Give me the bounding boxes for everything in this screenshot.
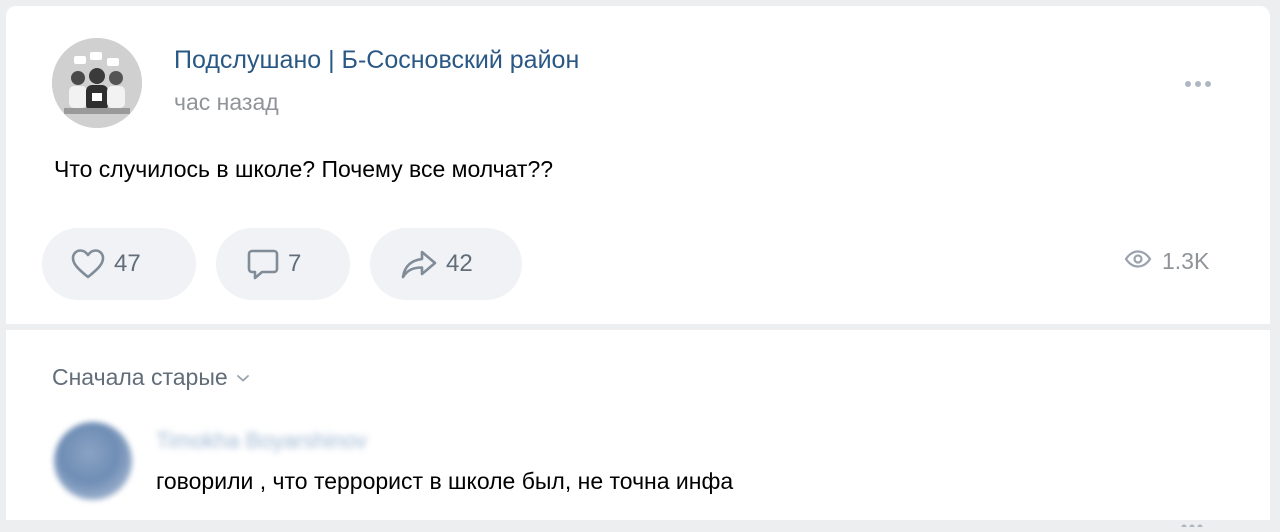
- group-avatar-image: [52, 38, 142, 128]
- views-counter: 1.3K: [1124, 248, 1209, 275]
- eye-icon: [1124, 250, 1152, 273]
- comments-sort-dropdown[interactable]: Сначала старые: [52, 364, 250, 391]
- post-card: Подслушано | Б-Сосновский район час наза…: [6, 6, 1270, 324]
- comment-bubble-icon: [246, 247, 280, 281]
- group-name-link[interactable]: Подслушано | Б-Сосновский район: [174, 46, 579, 75]
- share-count: 42: [446, 250, 473, 277]
- comment-author-name[interactable]: Timokha Boyarshinov: [156, 428, 367, 454]
- chevron-down-icon: [236, 373, 250, 383]
- share-arrow-icon: [400, 248, 438, 280]
- group-avatar[interactable]: [52, 38, 142, 128]
- comment-more-dots-icon[interactable]: [1172, 514, 1212, 530]
- share-button[interactable]: 42: [370, 228, 522, 300]
- comment-button[interactable]: 7: [216, 228, 350, 300]
- comment-count: 7: [288, 250, 302, 277]
- more-dots-icon: [1185, 81, 1211, 87]
- more-options-button[interactable]: [1178, 74, 1218, 94]
- views-count: 1.3K: [1162, 248, 1210, 274]
- post-timestamp[interactable]: час назад: [174, 89, 279, 116]
- comment-text: говорили , что террорист в школе был, не…: [156, 468, 734, 494]
- post-text: Что случилось в школе? Почему все молчат…: [54, 156, 554, 182]
- comments-section: Сначала старые Timokha Boyarshinov говор…: [6, 330, 1270, 530]
- heart-icon: [70, 248, 106, 280]
- like-button[interactable]: 47: [42, 228, 196, 300]
- like-count: 47: [114, 250, 141, 277]
- comment-author-avatar[interactable]: [54, 422, 132, 500]
- sort-label: Сначала старые: [52, 364, 228, 390]
